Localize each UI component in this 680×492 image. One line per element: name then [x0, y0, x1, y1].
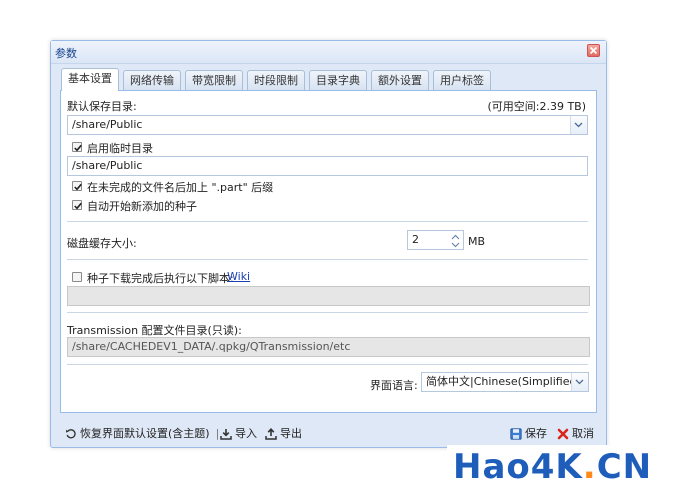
auto-start-checkbox[interactable]: [72, 200, 82, 210]
export-button[interactable]: 导出: [265, 425, 302, 441]
language-value: 简体中文|Chinese(Simplified): [426, 375, 581, 388]
config-dir-input: /share/CACHEDEV1_DATA/.qpkg/QTransmissio…: [67, 337, 590, 357]
cancel-button[interactable]: 取消: [557, 425, 594, 441]
temp-dir-value: /share/Public: [72, 159, 143, 172]
stepper-arrows-icon[interactable]: [449, 231, 463, 249]
export-label: 导出: [280, 427, 302, 440]
import-icon: [220, 429, 232, 440]
reset-icon: [66, 429, 76, 439]
script-checkbox[interactable]: [72, 272, 82, 282]
tab-bandwidth[interactable]: 带宽限制: [185, 70, 243, 90]
reset-ui-label: 恢复界面默认设置(含主题): [80, 427, 210, 440]
save-dir-label: 默认保存目录:: [67, 100, 137, 113]
save-dir-combo[interactable]: /share/Public: [67, 115, 588, 135]
import-button[interactable]: 导入: [220, 425, 257, 441]
tab-schedule[interactable]: 时段限制: [247, 70, 305, 90]
language-label: 界面语言:: [370, 379, 418, 392]
chevron-down-icon[interactable]: [570, 116, 587, 134]
chevron-down-icon[interactable]: [571, 373, 588, 391]
divider: [67, 312, 588, 313]
temp-dir-input[interactable]: /share/Public: [67, 156, 588, 176]
cache-size-stepper[interactable]: 2: [407, 230, 464, 250]
dialog-title: 参数: [55, 47, 77, 60]
part-suffix-label: 在未完成的文件名后加上 ".part" 后缀: [87, 181, 274, 194]
export-icon: [265, 428, 277, 440]
preferences-dialog: 参数 基本设置 网络传输 带宽限制 时段限制 目录字典 额外设置 用户标签 默认…: [50, 40, 607, 448]
temp-dir-checkbox[interactable]: [72, 142, 82, 152]
tab-basic[interactable]: 基本设置: [61, 68, 119, 91]
divider: [67, 221, 588, 222]
script-path-input[interactable]: [67, 286, 590, 306]
free-space-text: (可用空间:2.39 TB): [487, 100, 586, 113]
auto-start-label: 自动开始新添加的种子: [87, 200, 197, 213]
config-dir-label: Transmission 配置文件目录(只读):: [67, 324, 242, 337]
save-dir-value: /share/Public: [72, 118, 143, 131]
divider: [67, 259, 588, 260]
wiki-link[interactable]: Wiki: [227, 270, 250, 283]
cancel-label: 取消: [572, 427, 594, 440]
tab-dir-dictionary[interactable]: 目录字典: [309, 70, 367, 90]
cache-size-label: 磁盘缓存大小:: [67, 237, 137, 250]
language-select[interactable]: 简体中文|Chinese(Simplified): [421, 372, 589, 392]
cache-size-value: 2: [412, 233, 419, 246]
close-icon[interactable]: [587, 44, 600, 57]
watermark-logo: Hao4K.CN: [447, 445, 677, 489]
save-icon: [510, 428, 522, 440]
tab-network[interactable]: 网络传输: [123, 70, 181, 90]
basic-settings-panel: 默认保存目录: (可用空间:2.39 TB) /share/Public 启用临…: [60, 90, 597, 413]
watermark-text-main: Hao4K: [453, 447, 583, 487]
temp-dir-label: 启用临时目录: [87, 142, 153, 155]
watermark-text-dot: .: [582, 447, 597, 487]
cancel-icon: [557, 428, 569, 440]
import-label: 导入: [235, 427, 257, 440]
config-dir-value: /share/CACHEDEV1_DATA/.qpkg/QTransmissio…: [72, 340, 351, 353]
divider: [67, 364, 588, 365]
dialog-titlebar[interactable]: 参数: [51, 41, 606, 64]
watermark-text-tail: CN: [596, 447, 653, 487]
tab-extra[interactable]: 额外设置: [371, 70, 429, 90]
footer-divider: |: [215, 427, 220, 440]
cache-size-unit: MB: [468, 235, 486, 248]
part-suffix-checkbox[interactable]: [72, 181, 82, 191]
tab-user-labels[interactable]: 用户标签: [433, 70, 491, 90]
save-button[interactable]: 保存: [510, 425, 547, 441]
save-label: 保存: [525, 427, 547, 440]
reset-ui-button[interactable]: 恢复界面默认设置(含主题) |: [65, 425, 219, 441]
script-label: 种子下载完成后执行以下脚本:: [87, 272, 234, 285]
